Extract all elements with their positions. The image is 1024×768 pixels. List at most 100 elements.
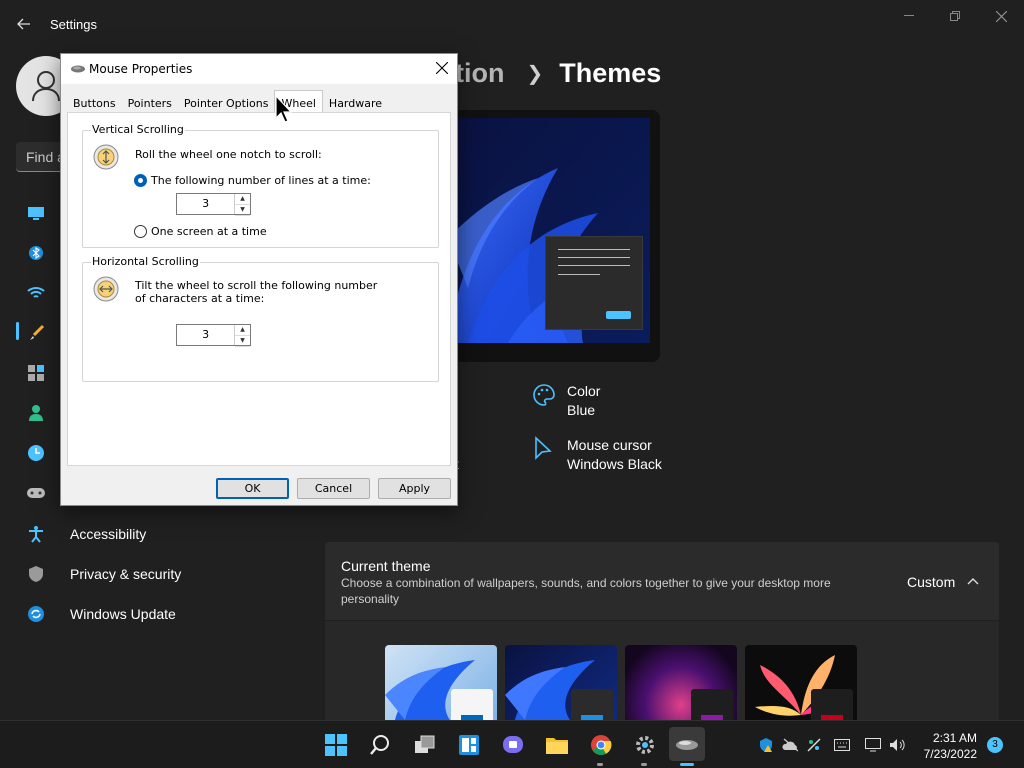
theme-thumbnail-glow[interactable]	[625, 645, 737, 720]
start-icon[interactable]	[322, 731, 350, 759]
mouse-properties-icon[interactable]	[669, 727, 705, 761]
bluetooth-glyph-icon	[29, 246, 43, 260]
settings-running-indicator	[641, 763, 647, 766]
chevron-up-icon[interactable]	[967, 574, 979, 588]
settings-icon[interactable]	[631, 731, 659, 759]
palette-icon	[531, 382, 557, 408]
mouse-cursor-label: Mouse cursor	[567, 437, 652, 453]
mouse-cursor-setting[interactable]: Mouse cursor Windows Black	[531, 436, 662, 474]
close-icon	[435, 61, 449, 75]
restore-button[interactable]	[932, 4, 978, 28]
cancel-button[interactable]: Cancel	[297, 478, 370, 499]
network-tray-icon[interactable]	[806, 737, 822, 753]
preview-line	[558, 257, 630, 258]
tab-pointer-options[interactable]: Pointer Options	[178, 92, 275, 113]
nav-item-accessibility[interactable]: Accessibility	[16, 516, 306, 552]
gaming-icon[interactable]	[26, 483, 46, 503]
apps-icon[interactable]	[26, 363, 46, 383]
nav-item-privacy-security[interactable]: Privacy & security	[16, 556, 306, 592]
restore-icon	[950, 11, 960, 21]
theme-thumbnail-windows-light[interactable]	[385, 645, 497, 720]
spin-up-icon[interactable]: ▲	[235, 194, 250, 205]
shield-icon	[26, 564, 46, 584]
teams-chat-icon[interactable]	[499, 731, 527, 759]
horizontal-instruction-line1: Tilt the wheel to scroll the following n…	[135, 279, 378, 292]
preview-line	[558, 249, 630, 250]
close-button[interactable]	[978, 4, 1024, 28]
current-theme-header[interactable]: Current theme Choose a combination of wa…	[325, 542, 999, 620]
preview-line	[558, 265, 630, 266]
preview-accent-button	[606, 311, 631, 319]
characters-spinner[interactable]: 3 ▲ ▼	[176, 324, 251, 347]
characters-value[interactable]: 3	[177, 325, 234, 345]
current-theme-description: Choose a combination of wallpapers, soun…	[341, 576, 831, 606]
dialog-close-button[interactable]	[427, 57, 457, 81]
radio-selected-icon	[134, 174, 147, 187]
tab-pointers[interactable]: Pointers	[122, 92, 178, 113]
taskbar: 2:31 AM 7/23/2022 3	[0, 720, 1024, 768]
system-clock[interactable]: 2:31 AM 7/23/2022	[915, 730, 977, 762]
spin-up-icon[interactable]: ▲	[235, 325, 250, 336]
horizontal-scrolling-label: Horizontal Scrolling	[91, 255, 200, 268]
nav-item-label: Windows Update	[70, 606, 176, 622]
one-screen-radio[interactable]: One screen at a time	[134, 225, 267, 238]
spin-down-icon[interactable]: ▼	[235, 336, 250, 347]
radio-unselected-icon	[134, 225, 147, 238]
back-button[interactable]	[12, 12, 36, 36]
wifi-icon	[27, 287, 45, 298]
lines-radio[interactable]: The following number of lines at a time:	[134, 174, 371, 187]
active-app-indicator	[680, 763, 694, 766]
minimize-button[interactable]	[886, 4, 932, 28]
current-theme-value: Custom	[907, 574, 956, 590]
file-explorer-icon[interactable]	[543, 731, 571, 759]
chrome-icon[interactable]	[587, 731, 615, 759]
clock-globe-icon	[28, 445, 44, 461]
horizontal-scrolling-group: Horizontal Scrolling Tilt the wheel to s…	[82, 255, 439, 382]
notification-badge[interactable]: 3	[987, 737, 1003, 753]
nav-item-windows-update[interactable]: Windows Update	[16, 596, 306, 632]
mouse-properties-dialog: Mouse Properties Buttons Pointers Pointe…	[60, 53, 458, 506]
breadcrumb: ation ❯ Themes	[440, 58, 661, 89]
system-icon[interactable]	[26, 203, 46, 223]
task-view-icon[interactable]	[411, 731, 439, 759]
spin-down-icon[interactable]: ▼	[235, 205, 250, 216]
current-theme-title: Current theme	[341, 558, 431, 574]
personalization-icon[interactable]	[26, 323, 46, 343]
preview-window	[545, 236, 643, 330]
bluetooth-icon[interactable]	[26, 243, 46, 263]
person-icon	[29, 405, 43, 421]
tab-buttons[interactable]: Buttons	[67, 92, 122, 113]
color-setting[interactable]: Color Blue	[531, 382, 600, 420]
tab-hardware[interactable]: Hardware	[323, 92, 388, 113]
color-label: Color	[567, 383, 601, 399]
display-icon[interactable]	[865, 737, 881, 753]
tilt-wheel-icon	[93, 276, 119, 302]
volume-icon[interactable]	[889, 737, 905, 753]
lines-value[interactable]: 3	[177, 194, 234, 214]
keyboard-icon[interactable]	[834, 737, 850, 753]
theme-thumbnail-captured-motion[interactable]	[745, 645, 857, 720]
dialog-titlebar[interactable]: Mouse Properties	[61, 54, 457, 84]
widgets-icon[interactable]	[455, 731, 483, 759]
gamepad-icon	[27, 488, 45, 498]
cursor-icon	[531, 436, 557, 462]
ok-button[interactable]: OK	[216, 478, 289, 499]
security-warning-icon[interactable]	[758, 737, 774, 753]
close-icon	[995, 10, 1007, 22]
onedrive-offline-icon[interactable]	[782, 737, 798, 753]
theme-thumbnail-windows-dark[interactable]	[505, 645, 617, 720]
time-language-icon[interactable]	[26, 443, 46, 463]
search-icon[interactable]	[366, 731, 394, 759]
accounts-icon[interactable]	[26, 403, 46, 423]
mouse-pointer-icon	[275, 95, 293, 123]
vertical-scrolling-group: Vertical Scrolling Roll the wheel one no…	[82, 123, 439, 248]
apps-grid-icon	[28, 365, 44, 381]
one-screen-radio-label: One screen at a time	[151, 225, 267, 238]
window-title: Settings	[50, 17, 97, 32]
nav-item-label: Privacy & security	[70, 566, 182, 582]
apply-button[interactable]: Apply	[378, 478, 451, 499]
back-arrow-icon	[17, 18, 30, 30]
network-icon[interactable]	[26, 283, 46, 303]
lines-spinner[interactable]: 3 ▲ ▼	[176, 193, 251, 216]
monitor-icon	[28, 207, 44, 220]
